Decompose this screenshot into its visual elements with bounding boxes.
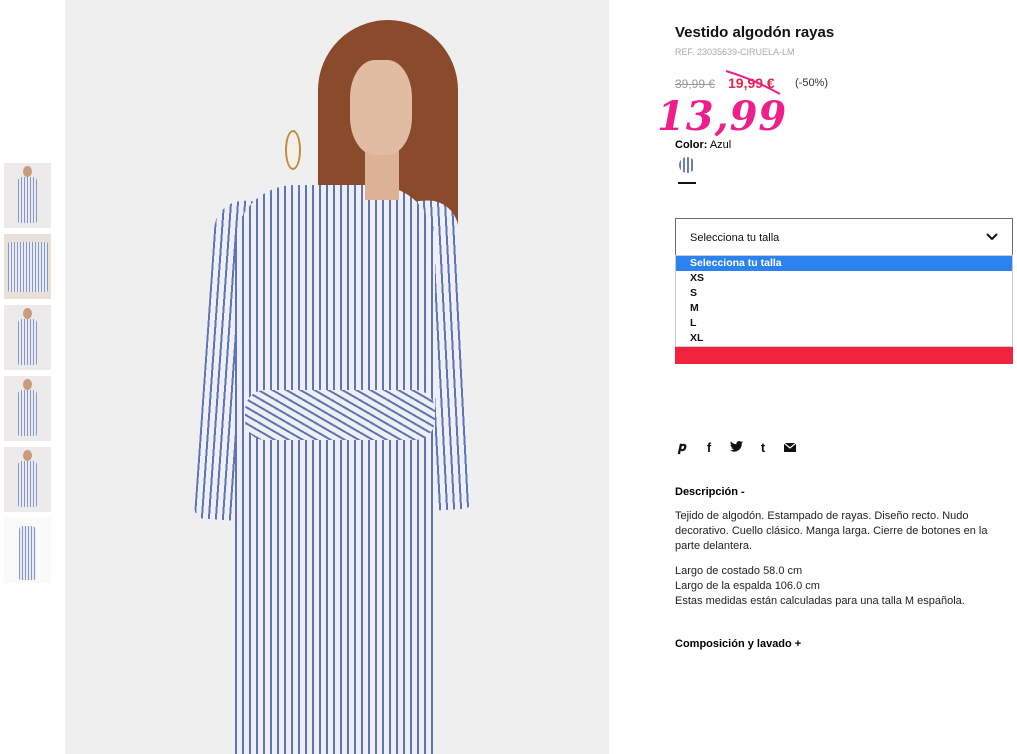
size-option-m[interactable]: M [676, 301, 1012, 316]
size-select[interactable]: Selecciona tu talla [675, 218, 1013, 256]
size-select-value: Selecciona tu talla [690, 232, 780, 244]
add-to-cart-button[interactable] [675, 346, 1013, 364]
thumbnail-5[interactable] [4, 447, 51, 512]
chevron-down-icon [986, 233, 998, 241]
color-swatch-azul[interactable] [679, 157, 695, 173]
color-value: Azul [709, 139, 732, 151]
mail-icon[interactable] [783, 440, 797, 455]
product-reference: REF. 23035639-CIRUELA-LM [675, 47, 795, 57]
measure-side: Largo de costado 58.0 cm [675, 565, 803, 577]
thumbnail-6[interactable] [4, 518, 51, 583]
size-option-xs[interactable]: XS [676, 271, 1012, 286]
color-label: Color: [675, 139, 708, 151]
product-title: Vestido algodón rayas [675, 24, 835, 41]
tumblr-icon[interactable]: t [756, 440, 770, 455]
facebook-icon[interactable]: f [702, 440, 716, 455]
size-option-placeholder[interactable]: Selecciona tu talla [676, 256, 1012, 271]
measures-block: Largo de costado 58.0 cm Largo de la esp… [675, 564, 1015, 609]
thumbnail-4[interactable] [4, 376, 51, 441]
composition-toggle[interactable]: Composición y lavado + [675, 638, 801, 650]
social-share: 𝒑 f t [675, 439, 797, 455]
size-option-s[interactable]: S [676, 286, 1012, 301]
size-option-l[interactable]: L [676, 316, 1012, 331]
color-row: Color: Azul [675, 139, 731, 151]
handwritten-strike-icon [725, 70, 781, 95]
measure-back: Largo de la espalda 106.0 cm [675, 580, 820, 592]
description-text: Tejido de algodón. Estampado de rayas. D… [675, 510, 988, 552]
handwritten-price: 13,99 [657, 93, 788, 140]
twitter-icon[interactable] [729, 440, 743, 455]
description-toggle[interactable]: Descripción - [675, 486, 745, 498]
thumbnail-1[interactable] [4, 163, 51, 228]
thumbnail-2[interactable] [4, 234, 51, 299]
pinterest-icon[interactable]: 𝒑 [675, 439, 689, 455]
thumbnail-list [4, 163, 52, 589]
discount-badge: (-50%) [795, 77, 829, 89]
thumbnail-3[interactable] [4, 305, 51, 370]
size-option-xl[interactable]: XL [676, 331, 1012, 346]
size-dropdown: Selecciona tu talla XS S M L XL [675, 255, 1013, 347]
old-price: 39,99 € [675, 77, 716, 91]
swatch-selected-indicator [678, 182, 696, 184]
product-main-image[interactable] [65, 0, 609, 754]
measure-note: Estas medidas están calculadas para una … [675, 595, 965, 607]
